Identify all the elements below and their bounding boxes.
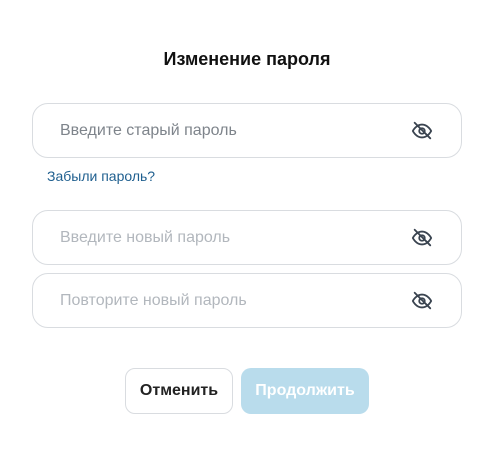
repeat-password-field[interactable] — [32, 273, 462, 328]
eye-off-icon[interactable] — [411, 120, 433, 142]
eye-off-icon[interactable] — [411, 227, 433, 249]
repeat-password-input[interactable] — [60, 274, 411, 327]
new-password-field[interactable] — [32, 210, 462, 265]
old-password-field[interactable] — [32, 103, 462, 158]
continue-button[interactable]: Продолжить — [241, 368, 369, 414]
old-password-input[interactable] — [60, 104, 411, 157]
dialog-title: Изменение пароля — [163, 49, 331, 69]
eye-off-icon[interactable] — [411, 290, 433, 312]
change-password-dialog: Изменение пароля Забыли пароль? Отменить… — [0, 0, 494, 462]
forgot-password-link[interactable]: Забыли пароль? — [47, 168, 155, 184]
cancel-button[interactable]: Отменить — [125, 368, 233, 414]
new-password-input[interactable] — [60, 211, 411, 264]
